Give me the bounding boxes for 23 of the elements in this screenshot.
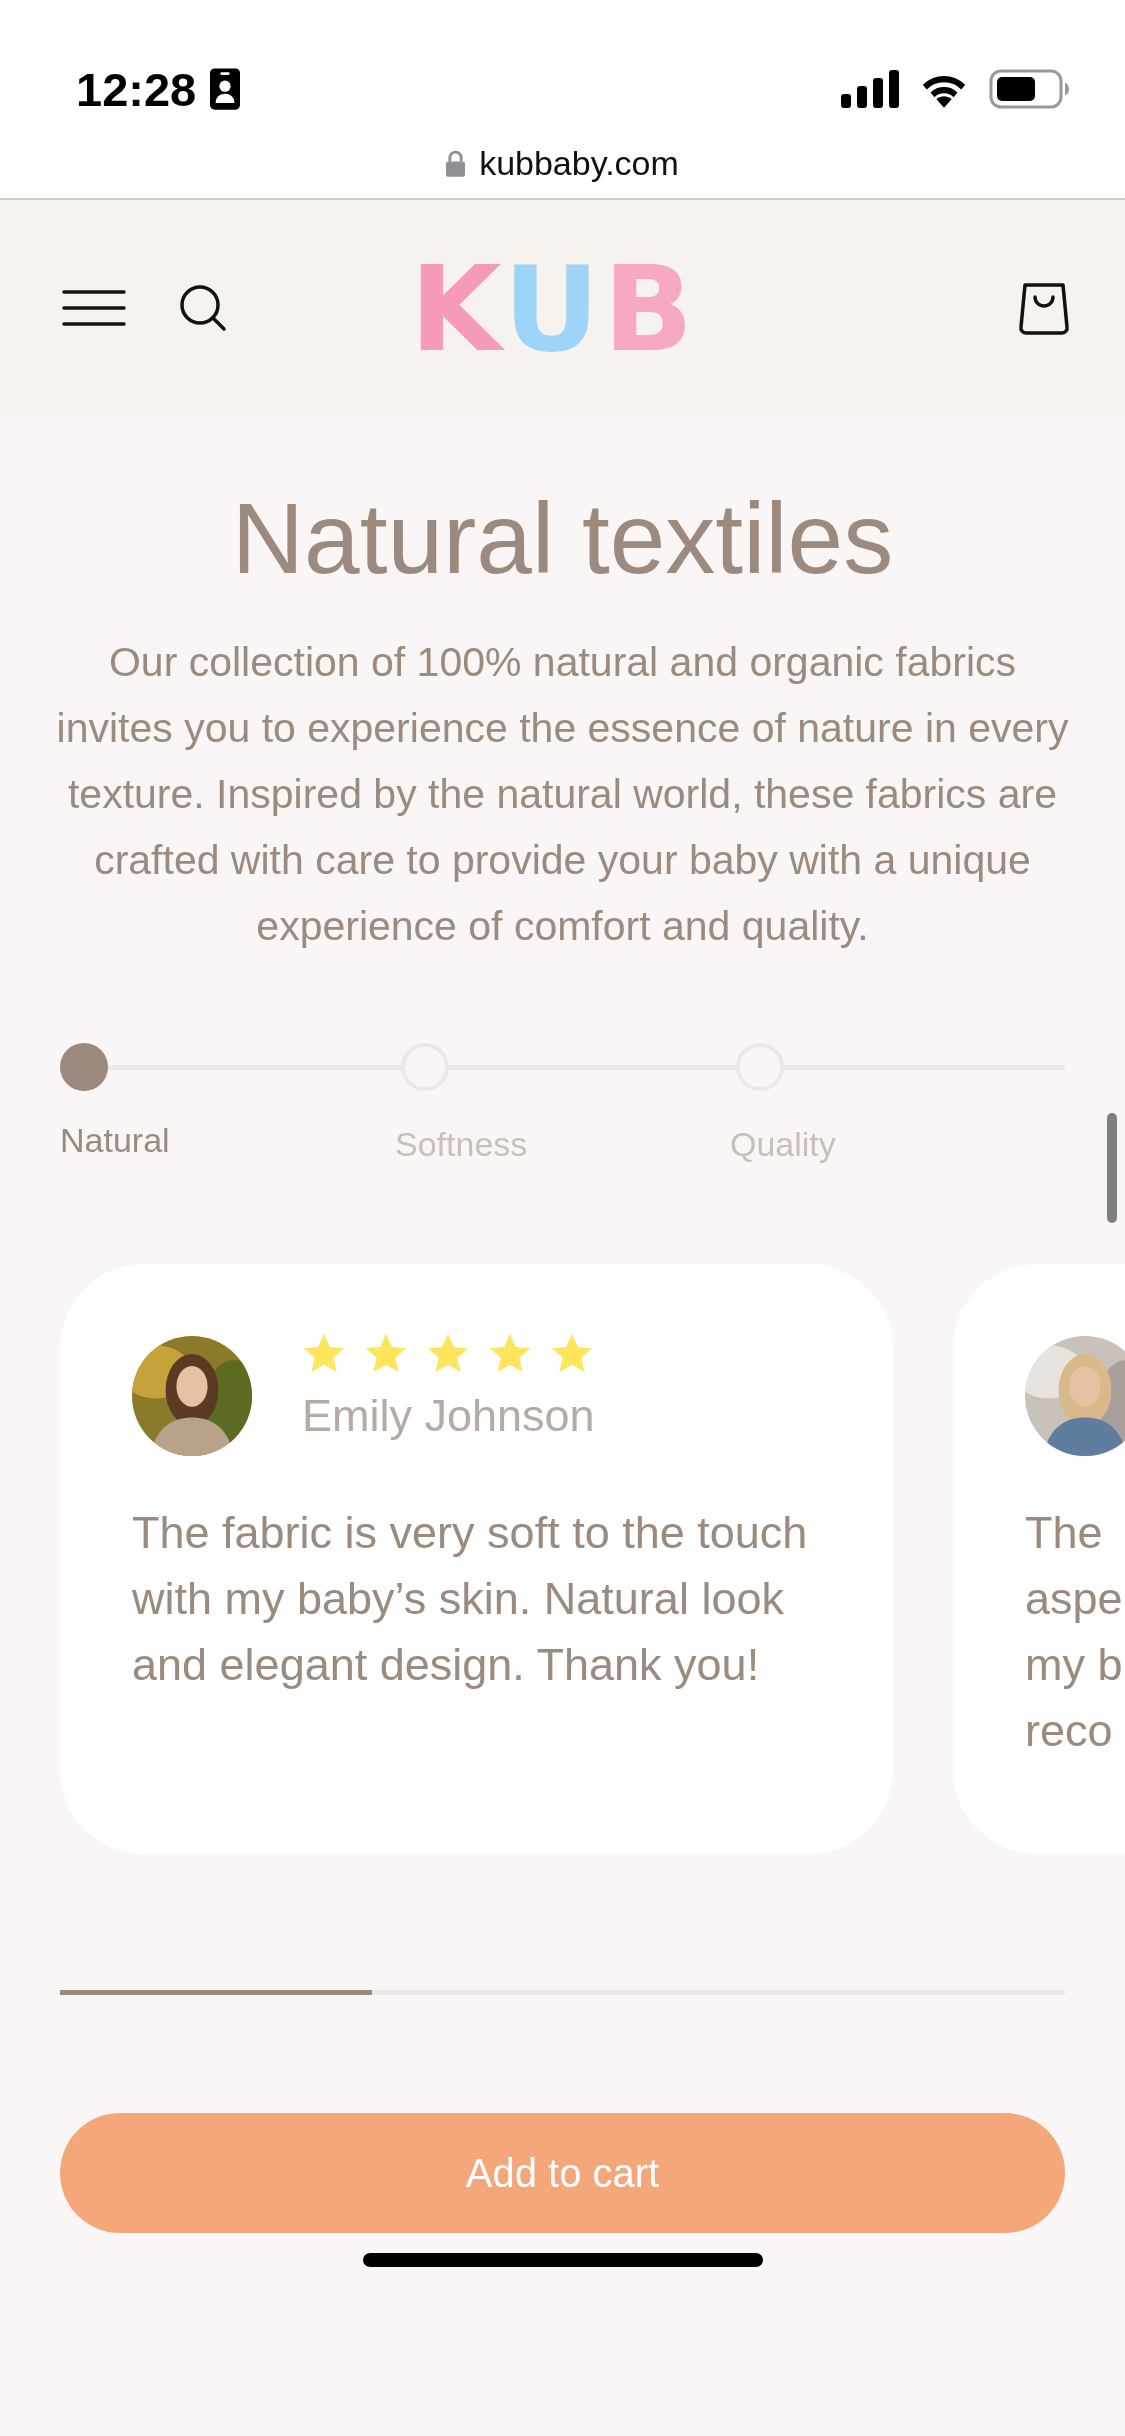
review-text: The xyxy=(1025,1506,1104,1560)
review-text: my b xyxy=(1025,1638,1124,1692)
add-to-cart-button[interactable]: Add to cart xyxy=(60,2113,1065,2233)
review-text: reco xyxy=(1025,1704,1114,1758)
url-text[interactable]: kubbaby.com xyxy=(479,144,679,183)
step-dot[interactable] xyxy=(60,1043,108,1091)
battery-icon xyxy=(989,69,1069,109)
review-text: aspe xyxy=(1025,1572,1124,1626)
logo[interactable]: KUB xyxy=(410,250,698,368)
search-icon[interactable] xyxy=(178,282,228,333)
lock-icon xyxy=(446,150,466,177)
step-label[interactable]: Natural xyxy=(60,1121,170,1160)
signal-icon xyxy=(841,70,899,108)
step-label[interactable]: Softness xyxy=(395,1125,528,1164)
step-label[interactable]: Quality xyxy=(730,1125,836,1164)
review-text: The fabric is very soft to the touch with my baby’s skin. Natural look and elegant design. Thank you! xyxy=(132,1506,809,1692)
shopping-bag-icon[interactable] xyxy=(1017,280,1071,335)
page-title: Natural textiles xyxy=(230,483,895,593)
menu-icon[interactable] xyxy=(62,287,126,328)
badge-icon xyxy=(210,68,241,110)
intro-paragraph: Our collection of 100% natural and organic fabrics invites you to experience the essence of nature in every texture. Inspired by the natural world, these fabrics are crafted with care to provide your baby with a unique experience of comfort and quality. xyxy=(56,638,1069,951)
status-time: 12:28 xyxy=(76,61,197,117)
reviewer-name: Emily Johnson xyxy=(302,1390,595,1442)
